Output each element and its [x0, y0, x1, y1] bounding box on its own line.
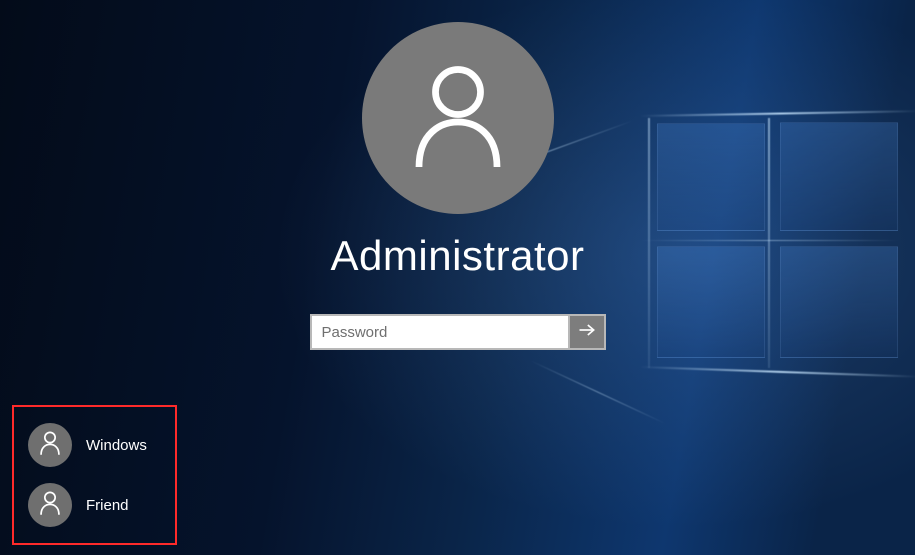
person-icon [410, 60, 506, 177]
other-users-list: Windows Friend [12, 405, 177, 545]
arrow-right-icon [577, 320, 597, 345]
user-switch-label: Friend [86, 497, 129, 514]
person-icon [39, 490, 61, 521]
person-icon [39, 430, 61, 461]
user-switch-item[interactable]: Friend [28, 479, 155, 531]
login-panel: Administrator [0, 22, 915, 350]
password-row [310, 314, 606, 350]
current-user-avatar [362, 22, 554, 214]
user-avatar [28, 483, 72, 527]
user-switch-label: Windows [86, 437, 147, 454]
current-user-name: Administrator [331, 232, 585, 280]
user-avatar [28, 423, 72, 467]
submit-button[interactable] [570, 314, 606, 350]
password-input[interactable] [310, 314, 570, 350]
user-switch-item[interactable]: Windows [28, 419, 155, 471]
